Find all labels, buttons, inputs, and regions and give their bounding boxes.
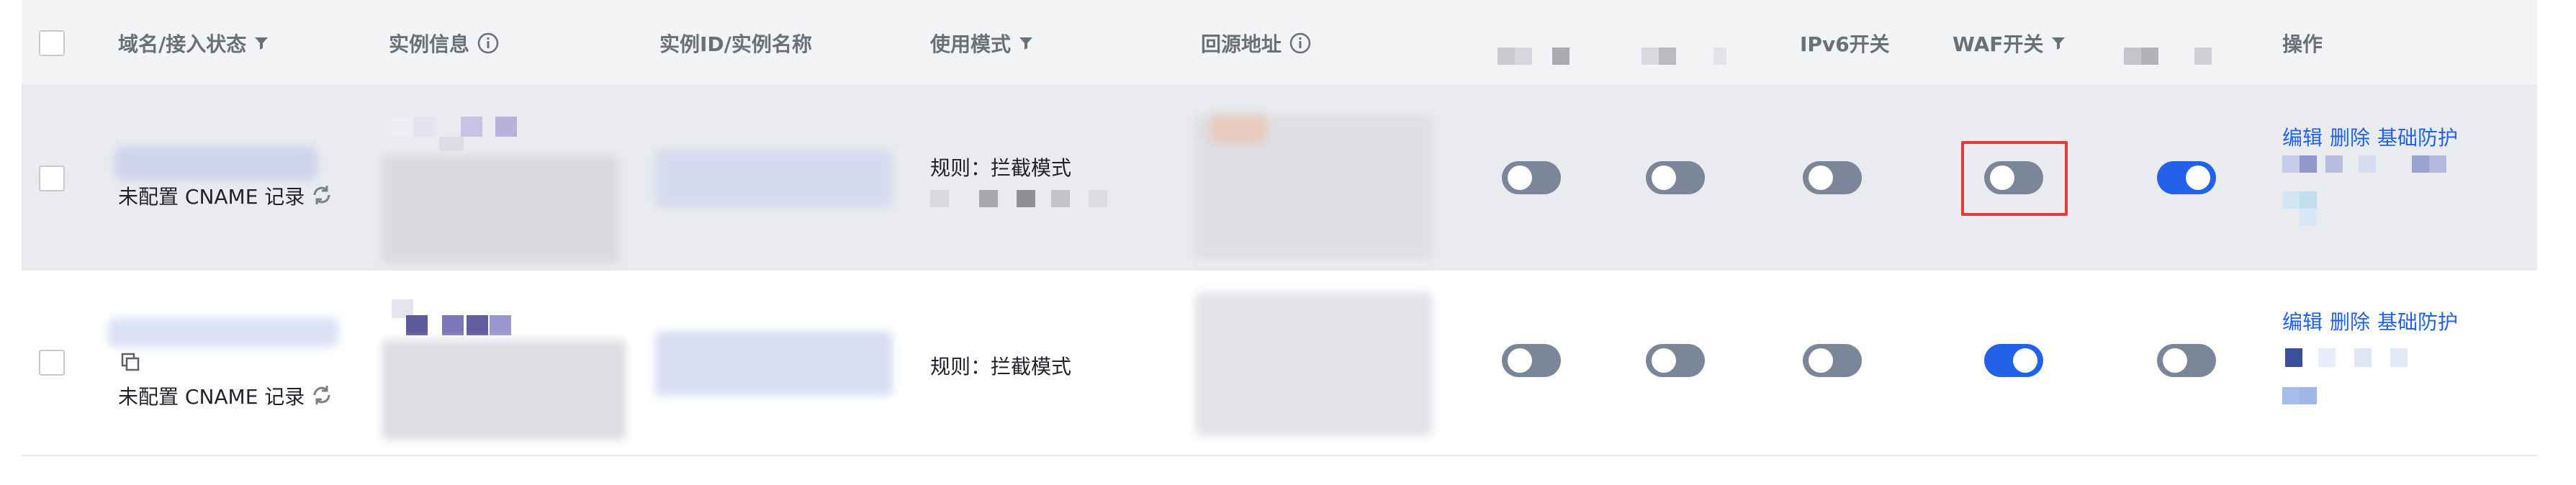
header-origin-address: 回源地址: [1201, 0, 1312, 86]
ipv6-switch[interactable]: [1803, 161, 1862, 194]
header-ipv6-switch: IPv6开关: [1800, 0, 1890, 86]
header-actions: 操作: [2282, 0, 2323, 86]
switch-col6[interactable]: [1502, 344, 1561, 377]
cname-status-text: 未配置 CNAME 记录: [118, 185, 305, 209]
waf-switch[interactable]: [1984, 344, 2043, 377]
edit-link[interactable]: 编辑: [2282, 310, 2323, 334]
switch-col7[interactable]: [1646, 344, 1705, 377]
switch-col10[interactable]: [2157, 344, 2216, 377]
header-instance-info-label: 实例信息: [389, 32, 470, 56]
usage-mode-text: 规则：拦截模式: [930, 156, 1072, 180]
info-icon[interactable]: [1289, 32, 1312, 55]
table-row[interactable]: 未配置 CNAME 记录 规则：拦截模式 编辑 删除 基础防护: [22, 271, 2537, 456]
header-origin-address-label: 回源地址: [1201, 32, 1282, 56]
refresh-icon[interactable]: [310, 183, 334, 210]
refresh-icon[interactable]: [310, 383, 334, 410]
instance-id-redacted[interactable]: [655, 150, 893, 207]
header-instance-id-name-label: 实例ID/实例名称: [659, 32, 812, 56]
header-waf-switch[interactable]: WAF开关: [1953, 0, 2066, 86]
row-checkbox[interactable]: [39, 350, 65, 376]
usage-mode-text: 规则：拦截模式: [930, 355, 1072, 379]
filter-icon[interactable]: [2050, 35, 2066, 51]
info-icon[interactable]: [477, 32, 500, 55]
header-actions-label: 操作: [2282, 32, 2323, 56]
delete-link[interactable]: 删除: [2330, 310, 2370, 334]
ipv6-switch[interactable]: [1803, 344, 1862, 377]
header-usage-mode[interactable]: 使用模式: [930, 0, 1034, 86]
waf-switch[interactable]: [1984, 161, 2043, 194]
filter-icon[interactable]: [253, 35, 269, 51]
delete-link[interactable]: 删除: [2330, 126, 2370, 150]
origin-address-redacted: [1195, 292, 1433, 436]
header-instance-id-name: 实例ID/实例名称: [659, 0, 812, 86]
copy-icon[interactable]: [120, 351, 141, 376]
header-instance-info: 实例信息: [389, 0, 500, 86]
row-actions: 编辑 删除 基础防护: [2282, 122, 2465, 151]
header-usage-mode-label: 使用模式: [930, 32, 1012, 56]
switch-col10[interactable]: [2157, 161, 2216, 194]
cname-status-text: 未配置 CNAME 记录: [118, 385, 305, 409]
instance-id-redacted[interactable]: [655, 331, 893, 396]
domain-name-redacted[interactable]: [108, 318, 338, 347]
basic-protection-link[interactable]: 基础防护: [2377, 126, 2458, 150]
select-all-checkbox[interactable]: [39, 30, 65, 56]
switch-col7[interactable]: [1646, 161, 1705, 194]
domain-table: 域名/接入状态 实例信息 实例ID/实例名称 使用模式 回源地址 IPv6开关 …: [22, 0, 2537, 485]
header-domain-status[interactable]: 域名/接入状态: [118, 0, 269, 86]
filter-icon[interactable]: [1018, 35, 1034, 51]
table-header: 域名/接入状态 实例信息 实例ID/实例名称 使用模式 回源地址 IPv6开关 …: [22, 0, 2537, 86]
header-waf-switch-label: WAF开关: [1953, 32, 2044, 56]
switch-col6[interactable]: [1502, 161, 1561, 194]
table-row[interactable]: 未配置 CNAME 记录 规则：拦截模式 编辑 删除 基础防护: [22, 86, 2537, 271]
origin-address-redacted-accent: [1210, 115, 1267, 144]
domain-name-redacted[interactable]: [115, 147, 317, 180]
row-checkbox[interactable]: [39, 166, 65, 191]
header-domain-status-label: 域名/接入状态: [118, 32, 247, 56]
edit-link[interactable]: 编辑: [2282, 126, 2323, 150]
header-ipv6-switch-label: IPv6开关: [1800, 32, 1890, 56]
basic-protection-link[interactable]: 基础防护: [2377, 310, 2458, 334]
row-actions: 编辑 删除 基础防护: [2282, 307, 2465, 335]
